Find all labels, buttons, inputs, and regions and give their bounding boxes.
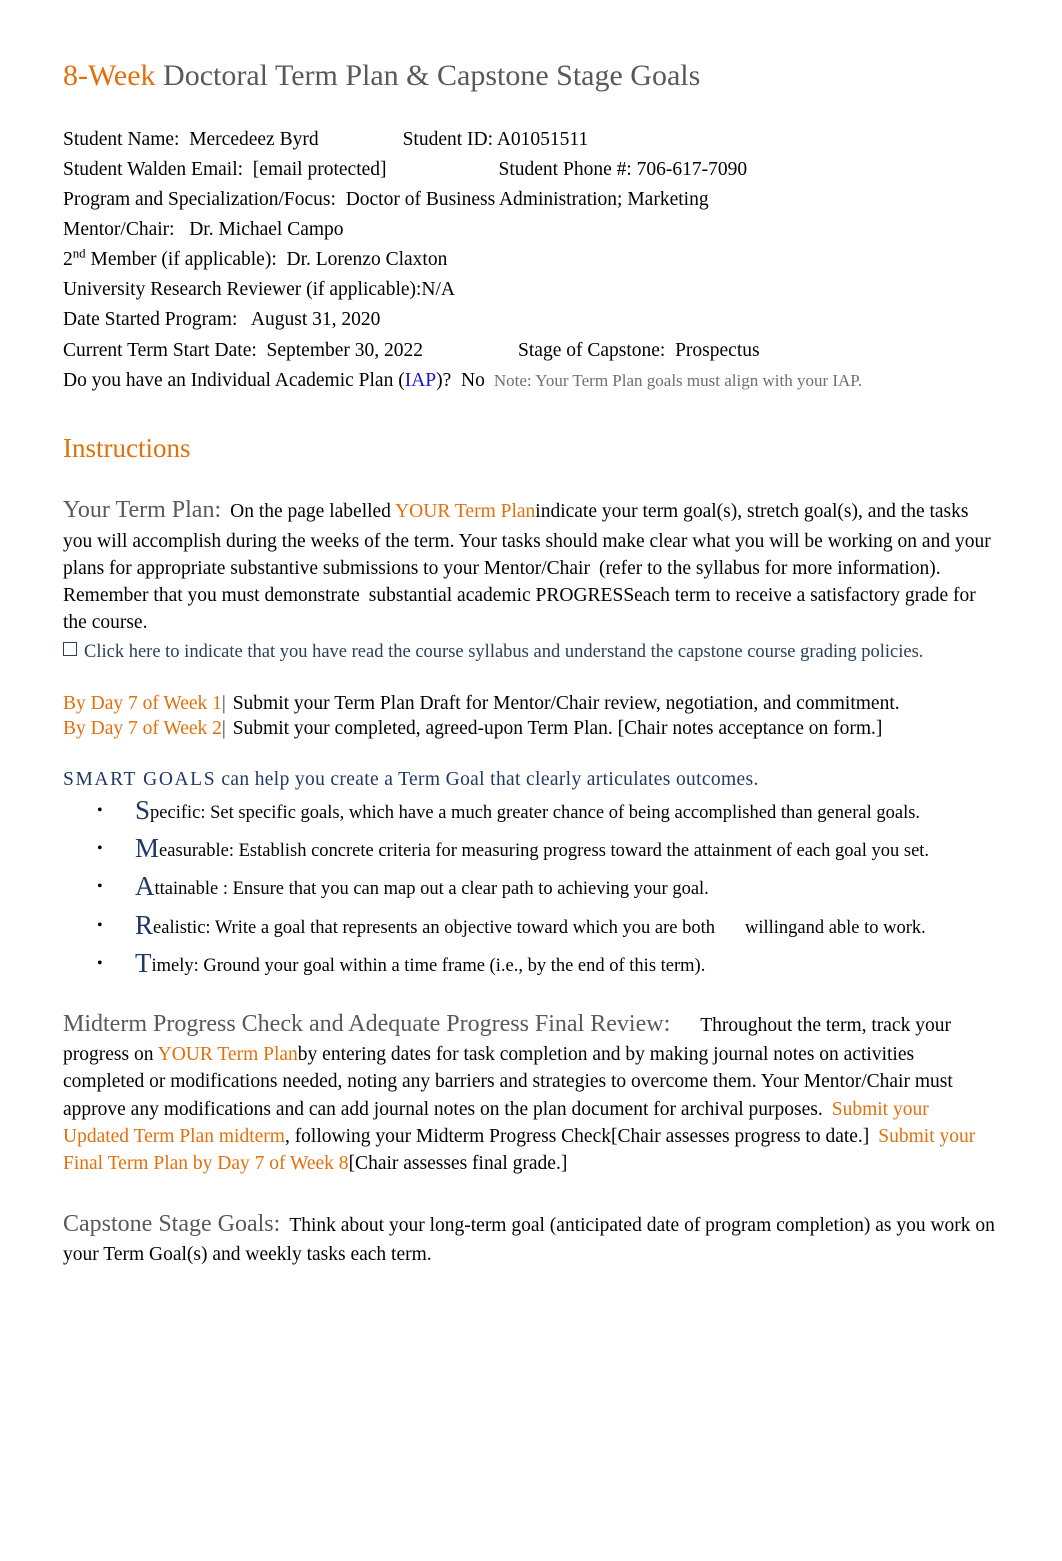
list-item: • Measurable: Establish concrete criteria… [63,835,998,863]
midterm-text-3: , following your Midterm Progress Check [284,1126,611,1148]
syllabus-checkbox-row[interactable]: Click here to indicate that you have rea… [63,640,998,665]
term-start-label: Current Term Start Date: September 30, 2… [63,339,424,361]
date-started-label: Date Started Program: August 31, 2020 [63,309,381,331]
page-title-accent: 8-Week [63,59,156,92]
capstone-stage-label: Stage of Capstone: Prospectus [518,339,760,361]
instructions-heading: Instructions [63,432,191,463]
bullet-icon: • [97,802,103,820]
program-label: Program and Specialization/Focus: Doctor… [63,189,709,211]
midterm-progress-paragraph: Midterm Progress Check and Adequate Prog… [63,1008,998,1178]
list-item: • Attainable : Ensure that you can map ou… [63,873,998,901]
midterm-term-plan-link[interactable]: YOUR Term Plan [158,1044,298,1065]
second-member-row: 2nd Member (if applicable): Dr. Lorenzo … [63,245,998,275]
deadline-row-2: By Day 7 of Week 2| Submit your complete… [63,716,998,741]
student-id-label: Student ID: A01051511 [402,129,589,151]
date-started-row: Date Started Program: August 31, 2020 [63,305,998,335]
smart-text-r: ealistic: Write a goal that represents a… [153,917,715,938]
deadline-text-2: Submit your completed, agreed-upon Term … [227,718,883,740]
page-title: 8-Week Doctoral Term Plan & Capstone Sta… [63,58,998,93]
student-info-block: Student Name: Mercedeez Byrd Student ID: … [63,125,998,395]
deadline-accent-2: By Day 7 of Week 2 [63,718,222,740]
bullet-icon: • [97,916,103,934]
student-name-label: Student Name: Mercedeez Byrd [63,129,319,151]
mentor-row: Mentor/Chair: Dr. Michael Campo [63,215,998,245]
smart-initial-m: M [135,833,160,864]
bullet-icon: • [97,840,103,858]
capstone-stage-goals-paragraph: Capstone Stage Goals: Think about your lo… [63,1208,998,1269]
your-term-plan-text-1: On the page labelled [230,500,396,522]
program-row: Program and Specialization/Focus: Doctor… [63,185,998,215]
student-name-row: Student Name: Mercedeez Byrd Student ID: … [63,125,998,155]
smart-goals-list: • Specific: Set specific goals, which hav… [63,797,998,978]
syllabus-checkbox-label: Click here to indicate that you have rea… [84,641,924,662]
student-phone-label: Student Phone #: 706-617-7090 [498,159,748,181]
second-member-number: 2 [63,249,73,271]
document-page: 8-Week Doctoral Term Plan & Capstone Sta… [0,0,1062,1561]
list-item: • Timely: Ground your goal within a time … [63,949,998,978]
smart-goals-accent: SMART GOALS [63,769,217,791]
smart-text-r-tail-2: and able to work. [797,917,926,938]
deadline-accent-1: By Day 7 of Week 1 [63,692,222,714]
list-item: • Realistic: Write a goal that represents… [63,911,998,940]
smart-initial-s: S [135,795,151,826]
reviewer-row: University Research Reviewer (if applica… [63,275,998,305]
capstone-heading: Capstone Stage Goals: [63,1210,281,1237]
deadline-text-1: Submit your Term Plan Draft for Mentor/C… [227,692,900,714]
reviewer-label: University Research Reviewer (if applica… [63,279,456,301]
your-term-plan-text-4: substantial academic PROGRESS [368,585,635,607]
deadline-row-1: By Day 7 of Week 1| Submit your Term Pla… [63,691,998,716]
smart-initial-r: R [135,909,154,940]
second-member-ordinal: nd [72,246,86,261]
midterm-heading: Midterm Progress Check and Adequate Prog… [63,1010,671,1037]
term-start-row: Current Term Start Date: September 30, 2… [63,336,998,366]
second-member-label: Member (if applicable): Dr. Lorenzo Clax… [85,249,448,271]
list-item: • Specific: Set specific goals, which hav… [63,797,998,825]
midterm-text-5: [Chair assesses final grade.] [348,1153,568,1175]
smart-initial-t: T [135,947,152,978]
mentor-label: Mentor/Chair: Dr. Michael Campo [63,219,344,241]
smart-goals-intro: SMART GOALS can help you create a Term G… [63,769,998,791]
midterm-text-4: [Chair assesses progress to date.] [610,1126,870,1148]
smart-text-r-tail-1: willing [744,917,798,938]
page-title-rest: Doctoral Term Plan & Capstone Stage Goal… [155,59,701,92]
smart-text-t: imely: Ground your goal within a time fr… [151,955,706,976]
smart-goals-intro-rest: can help you create a Term Goal that cle… [216,769,759,791]
bullet-icon: • [97,878,103,896]
smart-text-s: pecific: Set specific goals, which have … [150,803,921,824]
smart-text-m: easurable: Establish concrete criteria f… [159,841,930,862]
smart-initial-a: A [135,871,155,902]
iap-link[interactable]: IAP [405,370,436,391]
iap-row: Do you have an Individual Academic Plan … [63,366,998,396]
your-term-plan-heading: Your Term Plan: [63,496,222,523]
your-term-plan-paragraph: Your Term Plan: On the page labelled YOUR… [63,494,998,637]
iap-question-prefix: Do you have an Individual Academic Plan … [63,369,405,391]
checkbox-icon[interactable] [63,641,77,656]
bullet-icon: • [97,954,103,972]
document-content: 8-Week Doctoral Term Plan & Capstone Sta… [63,58,998,1269]
iap-note: Note: Your Term Plan goals must align wi… [493,370,863,390]
student-email-label: Student Walden Email: [email protected] [63,159,387,181]
iap-question-suffix: )? No [436,369,485,391]
deadlines-block: By Day 7 of Week 1| Submit your Term Pla… [63,691,998,742]
smart-text-a: ttainable : Ensure that you can map out … [154,879,709,900]
student-email-row: Student Walden Email: [email protected] S… [63,155,998,185]
your-term-plan-link[interactable]: YOUR Term Plan [395,501,535,522]
